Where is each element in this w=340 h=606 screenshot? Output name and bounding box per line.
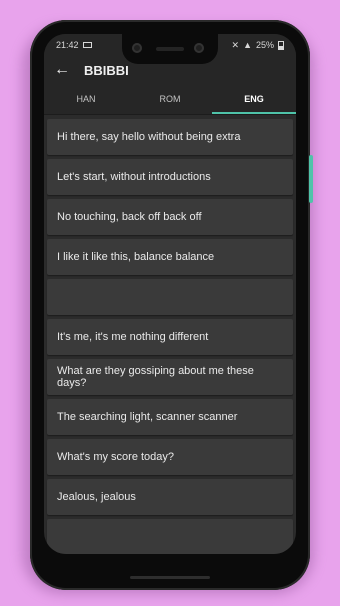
lyric-line[interactable]: I like it like this, balance balance [47,239,293,275]
lyric-line[interactable]: Let's start, without introductions [47,159,293,195]
side-button [309,155,313,203]
tab-rom[interactable]: ROM [128,84,212,114]
back-arrow-icon[interactable]: ← [54,61,78,79]
lyric-line[interactable]: What are they gossiping about me these d… [47,359,293,395]
status-time: 21:42 [56,40,79,50]
lyric-line-empty[interactable] [47,279,293,315]
lyric-line[interactable]: No touching, back off back off [47,199,293,235]
screen: 21:42 ✕ ▲ 25% ← BBIBBI HAN ROM ENG Hi th… [44,34,296,554]
lyric-line[interactable]: What's my score today? [47,439,293,475]
earpiece-speaker [156,47,184,51]
lyric-line[interactable]: Hi there, say hello without being extra [47,119,293,155]
camera-notch [122,34,218,64]
lyrics-list: Hi there, say hello without being extra … [44,115,296,554]
battery-icon [278,40,284,50]
lyric-line[interactable]: Jealous, jealous [47,479,293,515]
lyric-line[interactable]: It's me, it's me nothing different [47,319,293,355]
status-battery: 25% [255,40,274,50]
front-camera-icon [132,43,142,53]
home-indicator[interactable] [130,576,210,579]
notification-icon [82,42,92,48]
tab-eng[interactable]: ENG [212,84,296,114]
page-title: BBIBBI [84,62,129,78]
lyric-line[interactable]: The searching light, scanner scanner [47,399,293,435]
mute-icon: ✕ [231,39,240,50]
signal-icon: ▲ [243,40,252,50]
tab-han[interactable]: HAN [44,84,128,114]
tab-bar: HAN ROM ENG [44,84,296,115]
phone-frame: 21:42 ✕ ▲ 25% ← BBIBBI HAN ROM ENG Hi th… [30,20,313,590]
lyric-line-empty[interactable] [47,519,293,554]
sensor-icon [194,43,204,53]
